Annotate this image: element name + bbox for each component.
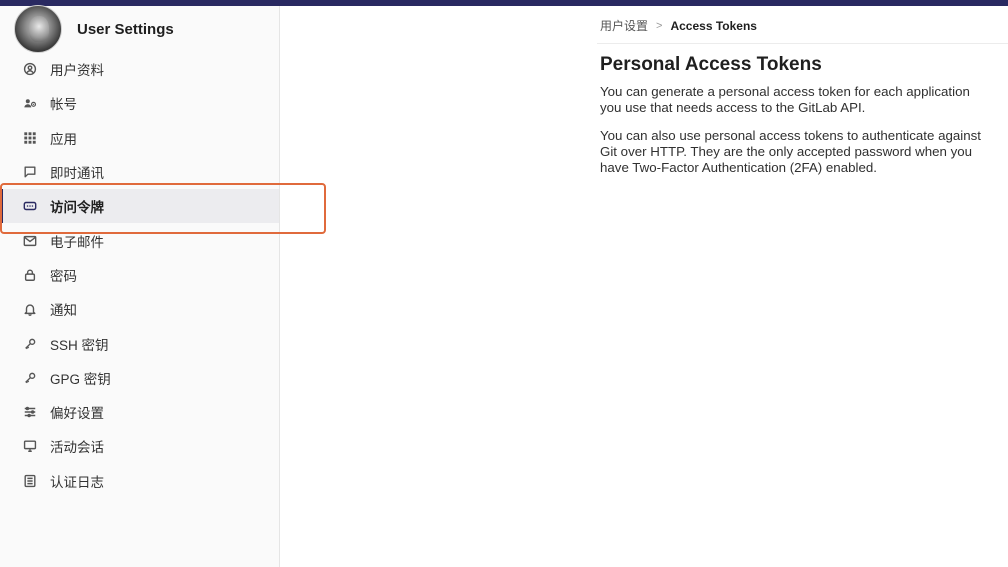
sidebar-item-label: 用户资料 xyxy=(50,63,104,79)
sidebar-item-label: 即时通讯 xyxy=(50,166,104,182)
sidebar-item-label: 访问令牌 xyxy=(50,200,104,216)
description-paragraph: You can also use personal access tokens … xyxy=(600,128,981,175)
key-icon xyxy=(22,370,38,386)
main-content: Personal Access Tokens You can generate … xyxy=(600,54,990,188)
settings-sidebar: User Settings 用户资料 帐号 应用 即时通讯 访问令牌 电子邮件 … xyxy=(0,5,280,567)
sidebar-item-preferences[interactable]: 偏好设置 xyxy=(0,395,279,429)
sidebar-title: User Settings xyxy=(77,20,174,38)
sidebar-item-label: GPG 密钥 xyxy=(50,371,111,387)
profile-icon xyxy=(22,61,38,77)
sidebar-item-access-tokens[interactable]: 访问令牌 xyxy=(0,189,279,224)
breadcrumb: 用户设置 > Access Tokens xyxy=(600,17,757,34)
chevron-right-icon: > xyxy=(656,19,663,32)
breadcrumb-current[interactable]: Access Tokens xyxy=(670,19,757,33)
sidebar-item-active-sessions[interactable]: 活动会话 xyxy=(0,429,279,463)
sidebar-item-notifications[interactable]: 通知 xyxy=(0,292,279,326)
sidebar-item-chat[interactable]: 即时通讯 xyxy=(0,155,279,189)
account-icon xyxy=(22,95,38,111)
sidebar-item-label: 认证日志 xyxy=(50,474,104,490)
applications-icon xyxy=(22,130,38,146)
sidebar-item-profile[interactable]: 用户资料 xyxy=(0,52,279,86)
page-title: Personal Access Tokens xyxy=(600,54,822,75)
description-paragraph: You can generate a personal access token… xyxy=(600,84,970,115)
sidebar-item-applications[interactable]: 应用 xyxy=(0,121,279,155)
sidebar-item-label: 帐号 xyxy=(50,97,77,113)
sidebar-item-label: 活动会话 xyxy=(50,440,104,456)
log-icon xyxy=(22,473,38,489)
sidebar-item-account[interactable]: 帐号 xyxy=(0,86,279,120)
sidebar-item-label: 通知 xyxy=(50,303,77,319)
sidebar-item-label: SSH 密钥 xyxy=(50,337,109,353)
sidebar-item-gpg-keys[interactable]: GPG 密钥 xyxy=(0,361,279,395)
sidebar-item-label: 应用 xyxy=(50,131,77,147)
chat-icon xyxy=(22,164,38,180)
header-divider xyxy=(597,43,1008,44)
sidebar-item-label: 密码 xyxy=(50,268,77,284)
sidebar-item-authentication-log[interactable]: 认证日志 xyxy=(0,464,279,498)
sidebar-item-emails[interactable]: 电子邮件 xyxy=(0,223,279,257)
mail-icon xyxy=(22,233,38,249)
sidebar-item-password[interactable]: 密码 xyxy=(0,258,279,292)
monitor-icon xyxy=(22,438,38,454)
breadcrumb-parent-link[interactable]: 用户设置 xyxy=(600,17,648,34)
sidebar-nav: 用户资料 帐号 应用 即时通讯 访问令牌 电子邮件 密码 通知 SSH 密钥 G… xyxy=(0,52,279,498)
preferences-icon xyxy=(22,404,38,420)
avatar[interactable] xyxy=(14,5,62,53)
sidebar-item-label: 电子邮件 xyxy=(50,234,104,250)
sidebar-item-ssh-keys[interactable]: SSH 密钥 xyxy=(0,326,279,360)
bell-icon xyxy=(22,301,38,317)
sidebar-item-label: 偏好设置 xyxy=(50,406,104,422)
key-icon xyxy=(22,336,38,352)
sidebar-header[interactable]: User Settings xyxy=(0,5,279,53)
token-icon xyxy=(22,198,38,214)
lock-icon xyxy=(22,267,38,283)
